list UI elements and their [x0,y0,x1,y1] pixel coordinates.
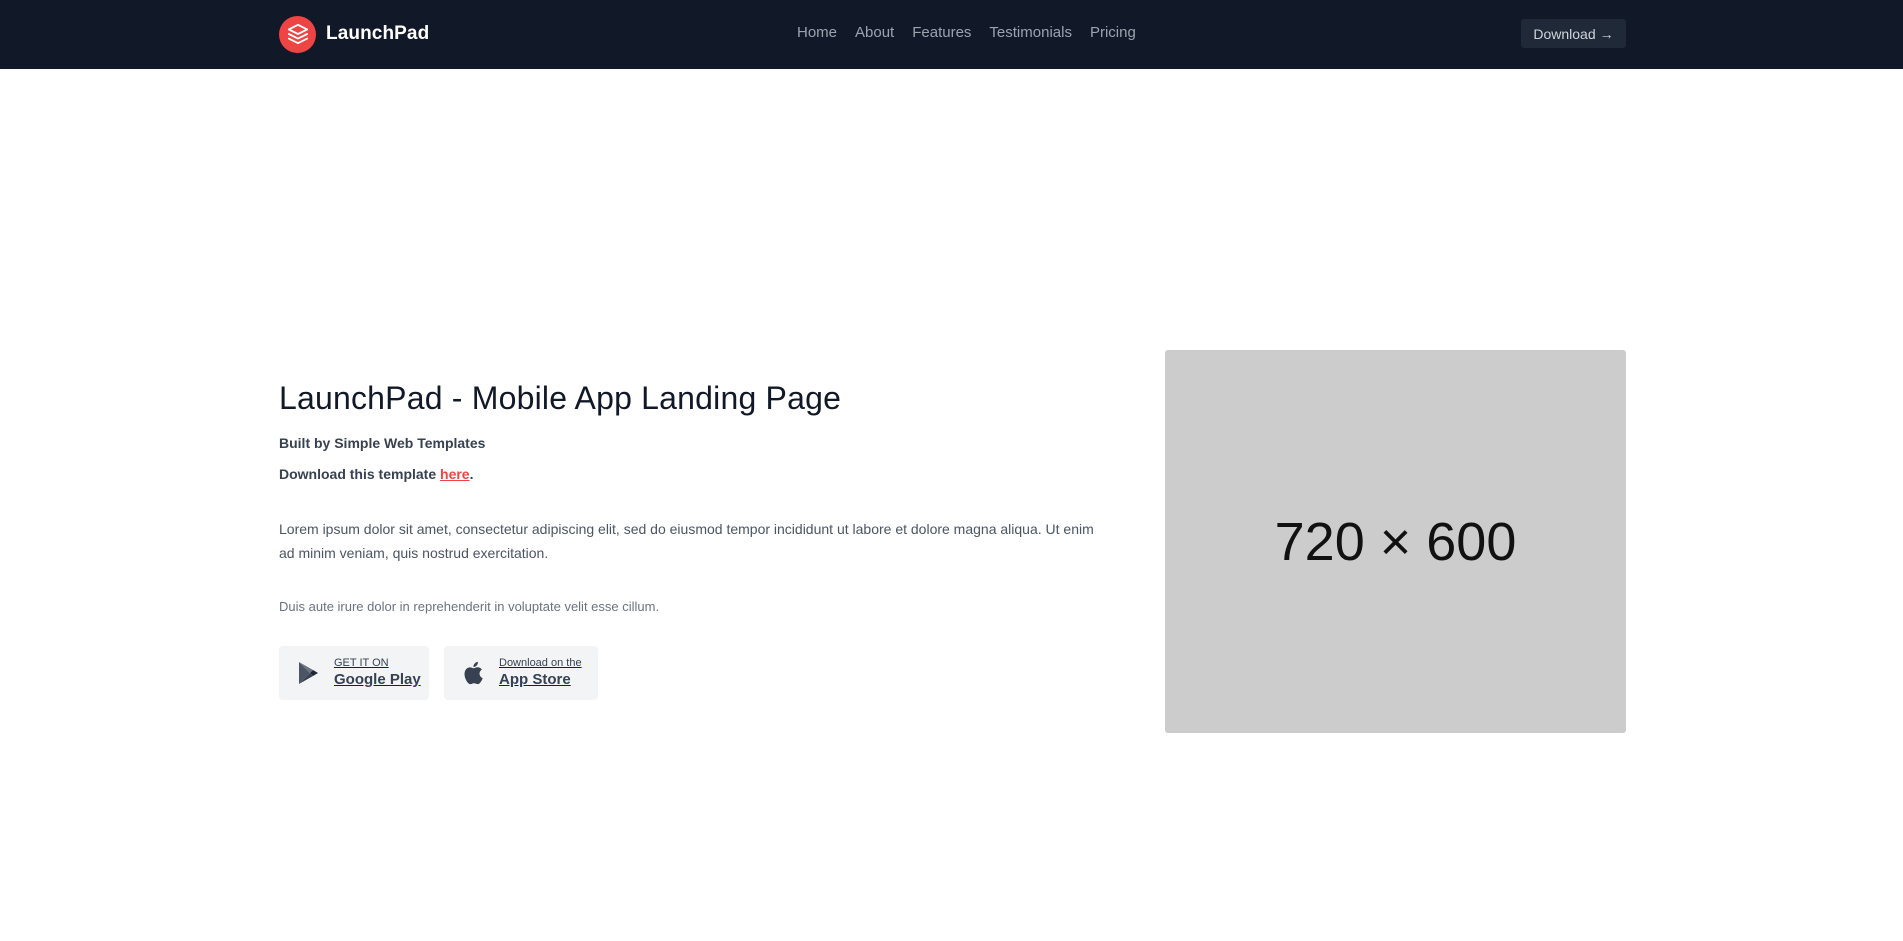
nav-pricing[interactable]: Pricing [1090,22,1136,44]
header-download-label: Download [1533,25,1596,42]
brand-name: LaunchPad [326,23,430,44]
google-play-button[interactable]: GET IT ON Google Play [279,646,429,700]
hero-note: Duis aute irure dolor in reprehenderit i… [279,599,660,614]
hero-image-placeholder: 720 × 600 [1165,350,1626,733]
google-play-small: GET IT ON [334,657,389,669]
download-suffix: . [469,466,474,482]
apple-icon [461,661,485,685]
app-store-small: Download on the [499,657,582,669]
top-navbar: LaunchPad Home About Features Testimonia… [0,0,1903,69]
hero-description: Lorem ipsum dolor sit amet, consectetur … [279,521,1094,561]
template-download-link[interactable]: here [440,466,470,482]
app-store-text: Download on the App Store [499,656,582,690]
layers-logo-icon [279,15,316,53]
app-store-label: App Store [499,671,571,688]
nav-about[interactable]: About [855,22,894,44]
hero-download-text: Download this template here. [279,466,473,482]
page-title: LaunchPad - Mobile App Landing Page [279,380,842,416]
app-store-button[interactable]: Download on the App Store [444,646,598,700]
google-play-label: Google Play [334,671,421,688]
brand-link[interactable]: LaunchPad [279,15,429,53]
hero-subtitle: Built by Simple Web Templates [279,435,486,451]
main-nav: Home About Features Testimonials Pricing [797,22,1136,44]
google-play-text: GET IT ON Google Play [334,656,421,690]
nav-home[interactable]: Home [797,22,837,44]
google-play-icon [296,661,320,685]
nav-features[interactable]: Features [912,22,971,44]
arrow-right-icon: → [1599,25,1614,42]
image-placeholder-label: 720 × 600 [1274,511,1517,572]
nav-testimonials[interactable]: Testimonials [989,22,1072,44]
download-prefix: Download this template [279,466,441,482]
header-download-button[interactable]: Download → [1521,19,1626,48]
